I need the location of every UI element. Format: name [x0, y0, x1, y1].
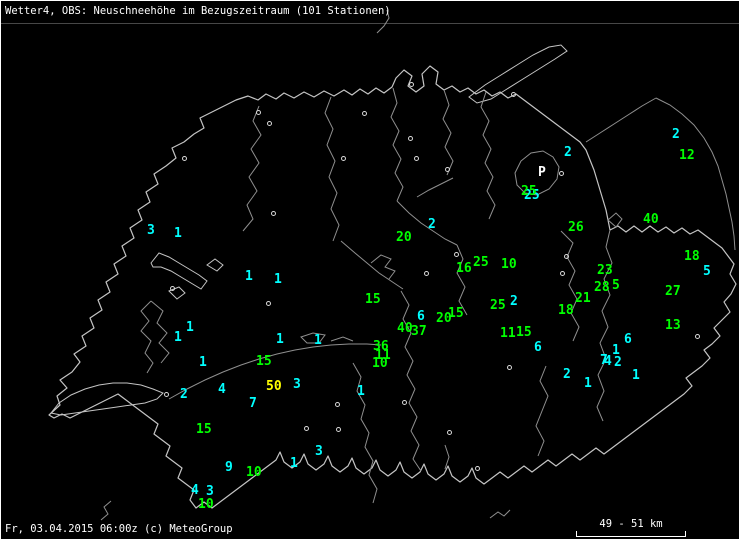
station-value: 27 [665, 284, 681, 299]
station-value: 25 [490, 298, 506, 313]
station-value: 15 [365, 292, 381, 307]
station-value: 16 [456, 261, 472, 276]
station-value: 15 [196, 422, 212, 437]
station-value: 25 [473, 255, 489, 270]
scale-line [576, 531, 686, 537]
station-value: 1 [632, 368, 640, 383]
station-value: 6 [534, 340, 542, 355]
station-value: 5 [612, 278, 620, 293]
station-value: 2 [614, 355, 622, 370]
station-value: 23 [597, 263, 613, 278]
station-value: 2 [510, 294, 518, 309]
station-value: 5 [703, 264, 711, 279]
station-value: 12 [679, 148, 695, 163]
station-value: 10 [198, 497, 214, 512]
station-value: 6 [624, 332, 632, 347]
station-value: 40 [643, 212, 659, 227]
station-value: 1 [290, 456, 298, 471]
map-scale-bar: 49 - 51 km [576, 518, 686, 537]
station-value: 1 [584, 376, 592, 391]
station-value: 3 [147, 223, 155, 238]
station-value: 9 [225, 460, 233, 475]
station-value: 20 [396, 230, 412, 245]
station-value: 1 [199, 355, 207, 370]
station-value: 4 [191, 483, 199, 498]
station-value: 13 [665, 318, 681, 333]
station-value: 1 [174, 330, 182, 345]
station-value: 15 [256, 354, 272, 369]
station-value: 4 [218, 382, 226, 397]
status-text: Fr, 03.04.2015 06:00z (c) MeteoGroup [5, 523, 233, 535]
station-value: 37 [411, 324, 427, 339]
station-value: 18 [684, 249, 700, 264]
station-value: 1 [276, 332, 284, 347]
station-value: 1 [186, 320, 194, 335]
station-value: 26 [568, 220, 584, 235]
station-value: 1 [245, 269, 253, 284]
station-value: 1 [314, 333, 322, 348]
window-title: Wetter4, OBS: Neuschneehöhe im Bezugszei… [5, 5, 391, 17]
station-value: P [538, 165, 546, 180]
station-value: 7 [249, 396, 257, 411]
station-value: 20 [436, 311, 452, 326]
station-value: 1 [357, 384, 365, 399]
station-value: 1 [174, 226, 182, 241]
station-value: 6 [417, 309, 425, 324]
station-value: 1 [274, 272, 282, 287]
station-value: 4 [604, 354, 612, 369]
station-value: 2 [563, 367, 571, 382]
station-value: 2 [180, 387, 188, 402]
station-value: 10 [501, 257, 517, 272]
station-value: 50 [266, 379, 282, 394]
station-value: 25 [521, 184, 537, 199]
station-value: 3 [315, 444, 323, 459]
scale-label: 49 - 51 km [599, 518, 663, 530]
station-value: 3 [293, 377, 301, 392]
station-value: 28 [594, 280, 610, 295]
station-value: 11 [500, 326, 516, 341]
station-value: 2 [672, 127, 680, 142]
wetter4-window: 3 1 2 1 1 2 1 1 1 1 6 6 1 1 4 2 3 7 9 4 3 3 1 2 2 5 6 1 7 4 2 1 2 1 25 25 20… [0, 0, 740, 540]
station-value: 2 [428, 217, 436, 232]
station-value: 18 [558, 303, 574, 318]
station-value: 15 [516, 325, 532, 340]
station-value: 10 [372, 356, 388, 371]
station-value: 21 [575, 291, 591, 306]
station-values-layer: 3 1 2 1 1 2 1 1 1 1 6 6 1 1 4 2 3 7 9 4 3 3 1 2 2 5 6 1 7 4 2 1 2 1 25 25 20… [1, 1, 739, 539]
station-value: 10 [246, 465, 262, 480]
station-value: 2 [564, 145, 572, 160]
